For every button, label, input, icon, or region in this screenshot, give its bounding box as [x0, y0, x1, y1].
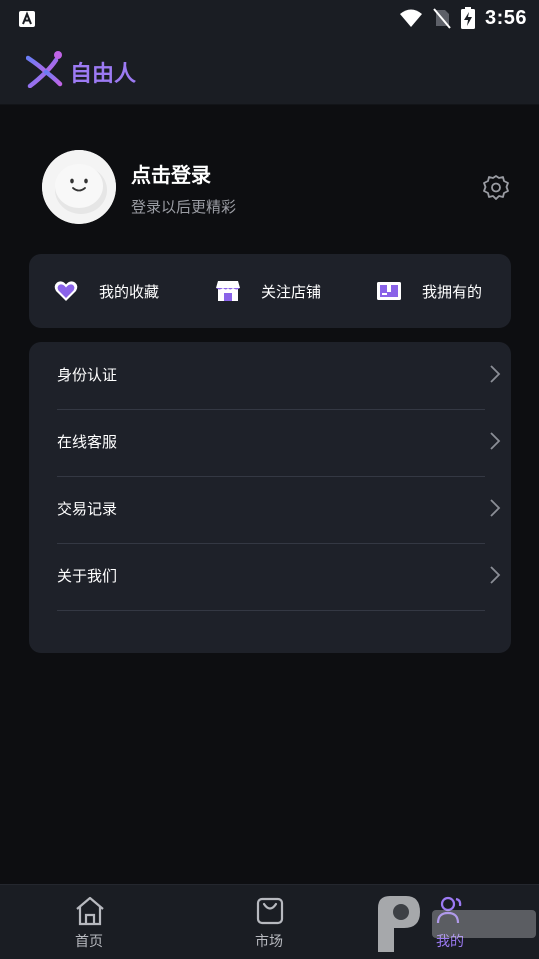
login-prompt[interactable]: 点击登录 — [131, 159, 211, 188]
chevron-right-icon — [490, 499, 501, 517]
favorites-button[interactable]: 我的收藏 — [53, 254, 159, 328]
heart-icon — [54, 281, 78, 301]
status-time: 3:56 — [484, 6, 527, 29]
menu-card: 身份认证 在线客服 交易记录 关于我们 — [29, 342, 511, 653]
chevron-right-icon — [490, 566, 501, 584]
chevron-right-icon — [490, 365, 501, 383]
app-logo-icon — [26, 51, 63, 88]
menu-item-label: 身份认证 — [57, 366, 118, 384]
followed-stores-button[interactable]: 关注店铺 — [215, 254, 321, 328]
followed-stores-label: 关注店铺 — [261, 282, 322, 301]
favorites-label: 我的收藏 — [99, 282, 160, 301]
menu-item-online-service[interactable]: 在线客服 — [57, 409, 501, 477]
avatar-face-icon — [42, 150, 116, 224]
menu-item-transaction-records[interactable]: 交易记录 — [57, 476, 501, 544]
menu-item-label: 关于我们 — [57, 567, 118, 585]
menu-item-identity-verification[interactable]: 身份认证 — [57, 342, 501, 410]
settings-gear-icon[interactable] — [482, 174, 510, 202]
notification-a-icon — [19, 11, 35, 27]
status-bar: 3:56 — [0, 0, 539, 36]
chevron-right-icon — [490, 432, 501, 450]
avatar[interactable] — [42, 150, 116, 224]
tab-label: 市场 — [255, 934, 283, 950]
battery-charging-icon — [460, 7, 475, 29]
quick-actions-card: 我的收藏 关注店铺 我拥有的 — [29, 254, 511, 328]
box-icon — [377, 282, 401, 300]
status-icons: 3:56 — [399, 6, 527, 29]
menu-item-about-us[interactable]: 关于我们 — [57, 543, 501, 611]
wifi-icon — [399, 9, 422, 27]
owned-items-label: 我拥有的 — [422, 282, 483, 301]
menu-item-label: 交易记录 — [57, 500, 118, 518]
tab-home[interactable]: 首页 — [44, 885, 134, 959]
watermark-logo-icon — [378, 896, 536, 952]
store-icon — [216, 281, 240, 301]
tab-label: 首页 — [75, 934, 103, 950]
tab-market[interactable]: 市场 — [224, 885, 314, 959]
app-bar: 自由人 — [0, 36, 539, 105]
menu-item-label: 在线客服 — [57, 433, 118, 451]
profile-section[interactable]: 点击登录 登录以后更精彩 — [42, 150, 512, 226]
owned-items-button[interactable]: 我拥有的 — [376, 254, 482, 328]
login-subtitle: 登录以后更精彩 — [131, 198, 237, 216]
no-sim-icon — [433, 8, 451, 29]
app-title: 自由人 — [70, 62, 137, 87]
bag-icon — [256, 897, 284, 925]
home-icon — [76, 896, 104, 926]
